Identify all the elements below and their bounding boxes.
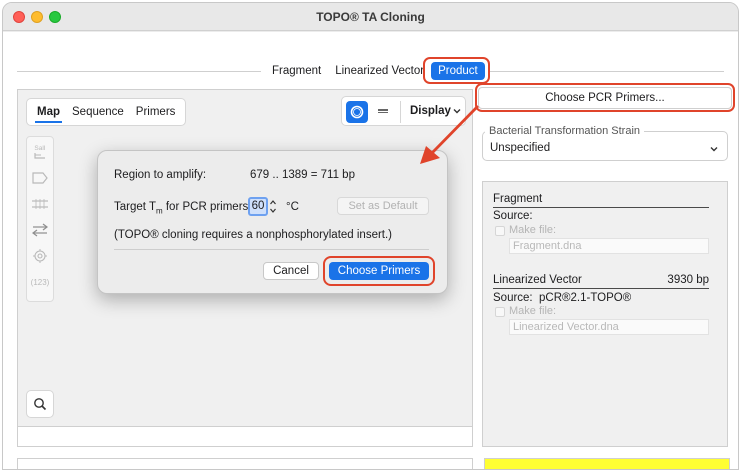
tab-primers[interactable]: Primers [130, 99, 182, 125]
target-tm-suffix: for PCR primers: [162, 201, 252, 213]
vector-make-file-checkbox[interactable] [495, 307, 505, 317]
fragment-rule [493, 207, 709, 208]
tab-sequence[interactable]: Sequence [66, 99, 130, 125]
fragment-title: Fragment [493, 193, 543, 205]
window-title: TOPO® TA Cloning [316, 10, 425, 24]
stepper-arrows-icon [270, 200, 276, 213]
number-badge-icon: (123) [30, 277, 50, 287]
map-view-tabs: Map Sequence Primers [26, 98, 187, 126]
sali-site-icon: SalI [34, 145, 46, 159]
segment-fragment[interactable]: Fragment [265, 62, 328, 80]
fragment-make-file-checkbox[interactable] [495, 226, 505, 236]
segment-linearized-vector[interactable]: Linearized Vector [328, 62, 431, 80]
region-label: Region to amplify: [114, 169, 207, 181]
tab-map[interactable]: Map [31, 99, 66, 125]
dialog-separator [114, 249, 429, 250]
product-info-panel: Fragment Source: Make file: Fragment.dna… [482, 181, 728, 447]
target-tool[interactable] [27, 245, 53, 267]
highlight-pcr-primers-button [475, 83, 735, 112]
vector-file-name[interactable]: Linearized Vector.dna [509, 319, 709, 335]
feature-tool[interactable] [27, 167, 53, 189]
display-menu[interactable]: Display [410, 105, 451, 117]
tm-subscript: m [155, 206, 163, 216]
target-icon [33, 249, 47, 263]
tm-stepper[interactable] [268, 197, 278, 216]
vector-source-value: pCR®2.1-TOPO® [539, 292, 632, 304]
swap-tool[interactable] [27, 219, 53, 241]
set-as-default-button[interactable]: Set as Default [337, 197, 429, 215]
topo-note: (TOPO® cloning requires a nonphosphoryla… [114, 229, 393, 241]
vector-title: Linearized Vector [493, 274, 582, 286]
window-content: Fragment Linearized Vector Product Map S… [3, 32, 738, 469]
vector-rule [493, 288, 709, 289]
chevron-down-icon [453, 109, 461, 114]
target-tm-label: Target Tm for PCR primers: [114, 201, 251, 215]
search-icon [34, 398, 47, 411]
cancel-button[interactable]: Cancel [263, 262, 319, 280]
sali-site-tool[interactable]: SalI [27, 141, 53, 163]
search-button[interactable] [26, 390, 54, 418]
map-panel-footer [17, 426, 473, 447]
vector-source: Source: pCR®2.1-TOPO® [493, 292, 631, 304]
region-value: 679 .. 1389 = 711 bp [250, 169, 355, 181]
linear-map-icon[interactable] [375, 104, 391, 118]
title-bar: TOPO® TA Cloning [3, 3, 738, 31]
highlight-product-segment [423, 57, 490, 84]
tm-input[interactable]: 60 [248, 197, 268, 216]
highlight-choose-primers [323, 256, 435, 286]
fragment-file-name[interactable]: Fragment.dna [509, 238, 709, 254]
bottom-yellow-panel [484, 458, 730, 469]
map-tool-strip: SalI (123) [26, 136, 54, 302]
numbering-tool[interactable]: (123) [27, 271, 53, 293]
fragment-source-label: Source: [493, 210, 533, 222]
app-window: TOPO® TA Cloning Fragment Linearized Vec… [2, 2, 739, 470]
vector-source-label: Source: [493, 292, 533, 304]
swap-arrows-icon [32, 223, 48, 237]
strands-tool[interactable] [27, 193, 53, 215]
strands-icon [32, 199, 48, 209]
tm-unit: °C [286, 201, 299, 213]
strain-value: Unspecified [490, 142, 551, 154]
fragment-make-file-label: Make file: [509, 224, 557, 236]
circular-map-icon [350, 105, 364, 119]
map-view-tools: Display [341, 96, 466, 126]
vector-size: 3930 bp [667, 274, 709, 286]
bottom-left-panel [17, 458, 473, 469]
feature-shape-icon [32, 172, 48, 184]
vector-make-file-label: Make file: [509, 305, 557, 317]
chevron-down-icon [710, 147, 718, 152]
choose-primers-dialog: Region to amplify: 679 .. 1389 = 711 bp … [97, 150, 448, 294]
sali-label: SalI [34, 145, 45, 152]
strain-legend: Bacterial Transformation Strain [485, 125, 645, 137]
target-tm-prefix: Target T [114, 201, 156, 213]
display-separator [400, 101, 401, 123]
circular-map-button[interactable] [346, 101, 368, 123]
